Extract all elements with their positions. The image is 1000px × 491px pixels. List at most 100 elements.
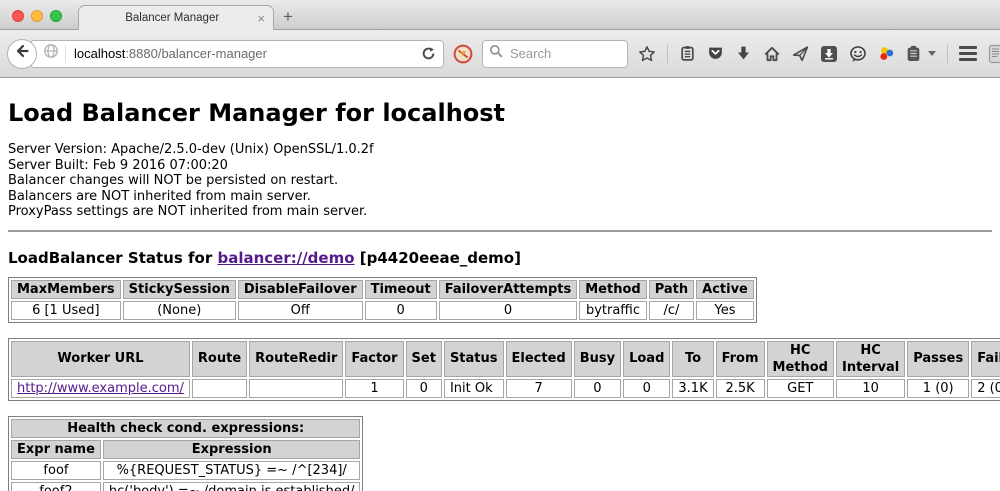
tab-groups-icon[interactable]	[988, 44, 1000, 64]
balancer-heading-prefix: LoadBalancer Status for	[8, 249, 217, 267]
col-factor: Factor	[345, 341, 403, 377]
col-hc-interval: HC Interval	[836, 341, 905, 377]
home-icon[interactable]	[763, 45, 781, 63]
chat-smiley-extension-icon[interactable]	[849, 45, 867, 63]
cell-method: bytraffic	[579, 301, 646, 320]
table-title-row: Health check cond. expressions:	[11, 419, 360, 438]
navigation-toolbar: localhost:8880/balancer-manager	[0, 30, 1000, 78]
cell-load: 0	[623, 379, 670, 398]
hc-table-title: Health check cond. expressions:	[11, 419, 360, 438]
balancer-heading-suffix: [p4420eeae_demo]	[355, 249, 521, 267]
cell-failoverattempts: 0	[439, 301, 578, 320]
table-header-row: Expr name Expression	[11, 440, 360, 459]
colored-dots-extension-icon[interactable]	[878, 45, 895, 62]
table-header-row: Worker URL Route RouteRedir Factor Set S…	[11, 341, 1000, 377]
download-manager-extension-icon[interactable]	[820, 45, 838, 63]
url-bar[interactable]: localhost:8880/balancer-manager	[30, 40, 444, 68]
cell-timeout: 0	[365, 301, 437, 320]
balancer-demo-link[interactable]: balancer://demo	[217, 249, 354, 267]
menu-icon[interactable]	[959, 46, 977, 61]
cell-set: 0	[406, 379, 442, 398]
hello-share-icon[interactable]	[792, 45, 809, 62]
cell-disablefailover: Off	[238, 301, 363, 320]
bookmark-star-icon[interactable]	[638, 45, 656, 63]
page-title: Load Balancer Manager for localhost	[8, 99, 992, 127]
back-button[interactable]	[7, 39, 37, 69]
col-from: From	[716, 341, 765, 377]
tab-close-icon[interactable]: ×	[257, 12, 265, 25]
section-divider	[8, 230, 992, 232]
col-busy: Busy	[574, 341, 621, 377]
worker-url-link[interactable]: http://www.example.com/	[17, 381, 184, 396]
cell-expr-name: foof2	[11, 482, 101, 491]
toolbar-icons	[638, 44, 1000, 64]
page-content: Load Balancer Manager for localhost Serv…	[0, 78, 1000, 491]
col-status: Status	[444, 341, 504, 377]
cell-route	[192, 379, 247, 398]
search-input[interactable]	[508, 45, 621, 62]
cell-path: /c/	[649, 301, 694, 320]
close-window-button[interactable]	[12, 10, 24, 22]
table-header-row: MaxMembers StickySession DisableFailover…	[11, 280, 754, 299]
col-to: To	[672, 341, 713, 377]
col-stickysession: StickySession	[123, 280, 236, 299]
col-timeout: Timeout	[365, 280, 437, 299]
col-path: Path	[649, 280, 694, 299]
health-check-table: Health check cond. expressions: Expr nam…	[8, 416, 363, 491]
search-bar[interactable]	[482, 40, 628, 68]
cell-passes: 1 (0)	[907, 379, 969, 398]
col-elected: Elected	[506, 341, 572, 377]
back-arrow-icon	[14, 43, 30, 64]
table-row: foof %{REQUEST_STATUS} =~ /^[234]/	[11, 461, 360, 480]
balancer-status-heading: LoadBalancer Status for balancer://demo …	[8, 249, 992, 267]
cell-fails: 2 (0)	[971, 379, 1000, 398]
cell-worker-url: http://www.example.com/	[11, 379, 190, 398]
cell-active: Yes	[696, 301, 754, 320]
table-row: 6 [1 Used] (None) Off 0 0 bytraffic /c/ …	[11, 301, 754, 320]
cell-hc-method: GET	[767, 379, 834, 398]
bookmarks-list-icon[interactable]	[679, 45, 696, 62]
server-version-line: Server Version: Apache/2.5.0-dev (Unix) …	[8, 142, 992, 158]
cell-routeredir	[249, 379, 343, 398]
urlbar-separator	[65, 45, 66, 63]
col-routeredir: RouteRedir	[249, 341, 343, 377]
reload-button[interactable]	[420, 45, 437, 62]
col-maxmembers: MaxMembers	[11, 280, 121, 299]
search-icon	[489, 44, 503, 63]
cell-factor: 1	[345, 379, 403, 398]
tab-balancer-manager[interactable]: Balancer Manager ×	[78, 5, 274, 30]
window-controls	[12, 10, 62, 22]
url-text[interactable]: localhost:8880/balancer-manager	[74, 46, 416, 61]
tab-title: Balancer Manager	[87, 12, 257, 24]
col-expression: Expression	[103, 440, 361, 459]
overflow-caret-icon[interactable]	[928, 51, 936, 56]
zoom-window-button[interactable]	[50, 10, 62, 22]
pocket-icon[interactable]	[707, 45, 724, 62]
col-method: Method	[579, 280, 646, 299]
col-active: Active	[696, 280, 754, 299]
col-expr-name: Expr name	[11, 440, 101, 459]
col-route: Route	[192, 341, 247, 377]
titlebar: Balancer Manager × +	[0, 0, 1000, 30]
toolbar-separator	[667, 44, 668, 64]
cell-expression: hc('body') =~ /domain is established/	[103, 482, 361, 491]
flash-block-extension-icon[interactable]	[453, 44, 473, 64]
container-extension-icon[interactable]	[906, 45, 921, 62]
cell-elected: 7	[506, 379, 572, 398]
cell-maxmembers: 6 [1 Used]	[11, 301, 121, 320]
url-path: :8880/balancer-manager	[125, 46, 267, 61]
server-built-line: Server Built: Feb 9 2016 07:00:20	[8, 158, 992, 174]
cell-to: 3.1K	[672, 379, 713, 398]
cell-stickysession: (None)	[123, 301, 236, 320]
col-hc-method: HC Method	[767, 341, 834, 377]
globe-icon	[43, 43, 59, 64]
cell-busy: 0	[574, 379, 621, 398]
persist-notice-line: Balancer changes will NOT be persisted o…	[8, 173, 992, 189]
minimize-window-button[interactable]	[31, 10, 43, 22]
browser-window: Balancer Manager × + localhost:8880/bala…	[0, 0, 1000, 491]
new-tab-button[interactable]: +	[283, 7, 293, 27]
cell-expression: %{REQUEST_STATUS} =~ /^[234]/	[103, 461, 361, 480]
table-row: http://www.example.com/ 1 0 Init Ok 7 0 …	[11, 379, 1000, 398]
col-fails: Fails	[971, 341, 1000, 377]
downloads-icon[interactable]	[735, 45, 752, 62]
